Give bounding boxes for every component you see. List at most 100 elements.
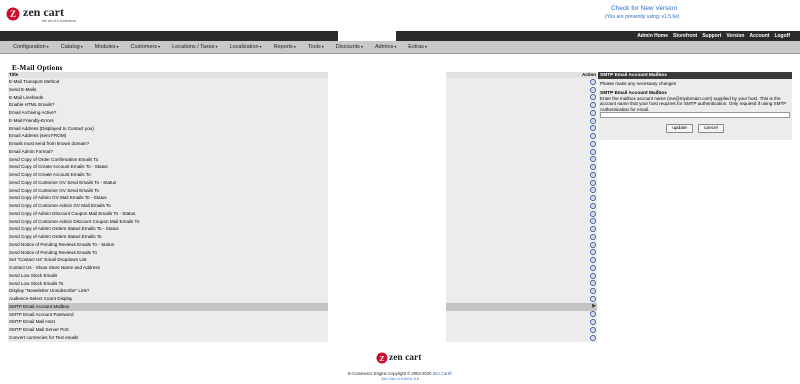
info-icon[interactable]: i — [589, 133, 596, 140]
update-button[interactable]: update — [666, 124, 693, 133]
row-action[interactable]: i — [445, 240, 597, 249]
row-action[interactable]: i — [445, 124, 597, 133]
menu-tools[interactable]: Tools▾ — [302, 44, 330, 50]
table-row[interactable]: Email Address (Displayed to Contact you)… — [8, 124, 597, 133]
table-row[interactable]: Send Notice of Pending Reviews Emails To… — [8, 248, 597, 257]
info-icon[interactable]: i — [589, 210, 596, 217]
table-row[interactable]: Send Copy of Admin Orders Status Emails … — [8, 225, 597, 233]
table-row[interactable]: SMTP Email Account Password i — [8, 310, 597, 319]
table-row[interactable]: Email Archiving Active? i — [8, 109, 597, 117]
table-row[interactable]: Display "Newsletter Unsubscribe" Link? i — [8, 287, 597, 295]
row-action[interactable]: i — [445, 101, 597, 109]
storefront-link[interactable]: Storefront — [673, 31, 697, 41]
version-link[interactable]: Version — [726, 31, 744, 41]
info-icon[interactable]: i — [589, 334, 596, 341]
row-action[interactable]: i — [445, 287, 597, 295]
info-icon[interactable]: i — [589, 264, 596, 271]
info-icon[interactable]: i — [589, 295, 596, 302]
table-row[interactable]: Send Copy of Customer GV Send Emails To … — [8, 178, 597, 187]
table-row[interactable]: SMTP Email Account Mailbox ▶ — [8, 302, 597, 311]
info-icon[interactable]: i — [589, 257, 596, 264]
row-action[interactable]: i — [445, 233, 597, 241]
table-row[interactable]: Send Copy of Create Account Emails To - … — [8, 163, 597, 171]
info-icon[interactable]: i — [589, 226, 596, 233]
info-icon[interactable]: i — [589, 187, 596, 194]
row-action[interactable]: i — [445, 116, 597, 125]
support-link[interactable]: Support — [702, 31, 721, 41]
table-row[interactable]: E-Mail Linefeeds i — [8, 93, 597, 102]
info-icon[interactable]: i — [589, 272, 596, 279]
row-action[interactable]: i — [445, 109, 597, 117]
row-action[interactable]: i — [445, 147, 597, 156]
row-action[interactable]: ▶ — [445, 302, 597, 311]
table-row[interactable]: Send Low Stock Emails To i — [8, 279, 597, 288]
row-action[interactable]: i — [445, 279, 597, 288]
info-icon[interactable]: i — [589, 148, 596, 155]
row-action[interactable]: i — [445, 171, 597, 179]
info-icon[interactable]: i — [589, 78, 596, 85]
row-action[interactable]: i — [445, 264, 597, 272]
info-icon[interactable]: i — [589, 156, 596, 163]
table-row[interactable]: Send E-Mails i — [8, 85, 597, 94]
menu-extras[interactable]: Extras▾ — [402, 44, 433, 50]
row-action[interactable]: i — [445, 310, 597, 319]
table-row[interactable]: Emails must send from known domain? i — [8, 140, 597, 148]
menu-reports[interactable]: Reports▾ — [268, 44, 302, 50]
table-row[interactable]: Send Copy of Admin Orders Status Emails … — [8, 233, 597, 241]
table-row[interactable]: Send Copy of Order Confirmation Emails T… — [8, 155, 597, 164]
row-action[interactable]: i — [445, 155, 597, 164]
row-action[interactable]: i — [445, 93, 597, 102]
info-icon[interactable]: i — [589, 102, 596, 109]
table-row[interactable]: Email Address (sent FROM) i — [8, 132, 597, 140]
row-action[interactable]: i — [445, 202, 597, 210]
row-action[interactable]: i — [445, 209, 597, 218]
table-row[interactable]: E-Mail Transport Method i — [8, 78, 597, 86]
table-row[interactable]: Send Copy of Admin GV Mail Emails To - S… — [8, 194, 597, 202]
menu-configuration[interactable]: Configuration▾ — [0, 44, 55, 50]
row-action[interactable]: i — [445, 85, 597, 94]
row-action[interactable]: i — [445, 295, 597, 303]
table-row[interactable]: Send Copy of Customer GV Send Emails To i — [8, 186, 597, 195]
table-row[interactable]: Contact Us - Show Store Name and Address… — [8, 264, 597, 272]
menu-catalog[interactable]: Catalog▾ — [55, 44, 89, 50]
info-icon[interactable]: i — [589, 179, 596, 186]
table-row[interactable]: E-Mail Friendly-Errors i — [8, 116, 597, 125]
info-icon[interactable]: i — [589, 319, 596, 326]
info-icon[interactable]: i — [589, 288, 596, 295]
info-icon[interactable]: i — [589, 125, 596, 132]
smtp-mailbox-input[interactable] — [600, 112, 790, 118]
table-row[interactable]: Send Notice of Pending Reviews Emails To… — [8, 240, 597, 249]
info-icon[interactable]: i — [589, 109, 596, 116]
row-action[interactable]: i — [445, 333, 597, 342]
row-action[interactable]: i — [445, 271, 597, 280]
row-action[interactable]: i — [445, 318, 597, 326]
table-row[interactable]: Send Copy of Customer Admin Discount Cou… — [8, 217, 597, 226]
info-icon[interactable]: i — [589, 171, 596, 178]
table-row[interactable]: Enable HTML Emails? i — [8, 101, 597, 109]
table-row[interactable]: SMTP Email Mail Host i — [8, 318, 597, 326]
info-icon[interactable]: i — [589, 311, 596, 318]
menu-locations-taxes[interactable]: Locations / Taxes▾ — [166, 44, 223, 50]
row-action[interactable]: i — [445, 326, 597, 334]
check-new-version-link[interactable]: Check for New Version — [611, 5, 677, 12]
row-action[interactable]: i — [445, 132, 597, 140]
info-icon[interactable]: i — [589, 195, 596, 202]
row-action[interactable]: i — [445, 248, 597, 257]
table-row[interactable]: Email Admin Format? i — [8, 147, 597, 156]
menu-discounts[interactable]: Discounts▾ — [330, 44, 369, 50]
info-icon[interactable]: i — [589, 140, 596, 147]
menu-modules[interactable]: Modules▾ — [89, 44, 125, 50]
row-action[interactable]: i — [445, 178, 597, 187]
selected-arrow-icon[interactable]: ▶ — [592, 303, 596, 309]
row-action[interactable]: i — [445, 186, 597, 195]
footer-zen-cart-logo[interactable]: Z zen cart — [376, 349, 424, 367]
account-link[interactable]: Account — [749, 31, 769, 41]
zen-cart-link[interactable]: Zen Cart® — [433, 371, 452, 376]
info-icon[interactable]: i — [589, 326, 596, 333]
cancel-button[interactable]: cancel — [697, 124, 724, 133]
table-row[interactable]: Send Copy of Customer Admin GV Mail Emai… — [8, 202, 597, 210]
row-action[interactable]: i — [445, 163, 597, 171]
table-row[interactable]: Send Copy of Admin Discount Coupon Mail … — [8, 209, 597, 218]
row-action[interactable]: i — [445, 217, 597, 226]
logoff-link[interactable]: Logoff — [774, 31, 790, 41]
